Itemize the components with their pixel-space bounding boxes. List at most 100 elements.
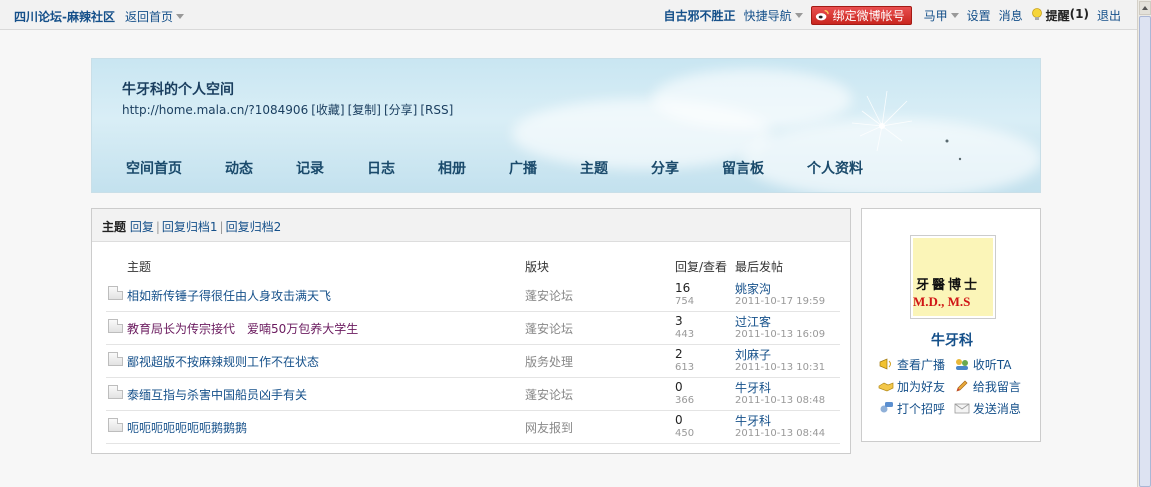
send-message-label: 发送消息 — [972, 401, 1021, 416]
tab-threads[interactable]: 主题 — [102, 220, 126, 234]
handshake-icon — [878, 382, 894, 392]
thread-file-icon — [108, 319, 123, 333]
send-message-link[interactable]: 发送消息 — [954, 397, 1021, 419]
scroll-up-arrow-icon[interactable] — [1139, 1, 1151, 15]
profile-card: 牙醫博士 M.D., M.S 牛牙科 查看广播 收听TA 加为好友 给我留言 打… — [861, 208, 1041, 442]
table-row: 呃呃呃呃呃呃呃鹅鹅鹅 网友报到 0 450 牛牙科 2011-10-13 08:… — [106, 411, 840, 444]
reply-count: 0 — [675, 380, 683, 394]
nav-profile[interactable]: 个人资料 — [807, 158, 863, 178]
tab-reply-archive-1[interactable]: 回复归档1 — [162, 220, 218, 234]
reply-count: 3 — [675, 314, 683, 328]
nav-album[interactable]: 相册 — [438, 158, 466, 178]
leave-message-label: 给我留言 — [972, 379, 1021, 394]
reply-count: 0 — [675, 413, 683, 427]
view-count: 613 — [675, 362, 695, 373]
last-poster-link[interactable]: 姚家沟 — [735, 280, 771, 297]
settings-link[interactable]: 设置 — [967, 7, 991, 24]
tab-separator: | — [155, 220, 160, 234]
greet-link[interactable]: 打个招呼 — [878, 397, 950, 419]
listen-ta-link[interactable]: 收听TA — [954, 353, 1012, 375]
user-name: 马甲 — [923, 8, 948, 23]
nav-space-home[interactable]: 空间首页 — [126, 158, 182, 178]
thread-subject-link[interactable]: 呃呃呃呃呃呃呃鹅鹅鹅 — [127, 419, 247, 436]
remind-link[interactable]: 提醒 (1) — [1046, 7, 1089, 24]
thread-subject-link[interactable]: 鄙视超版不按麻辣规则工作不在状态 — [127, 353, 319, 370]
thread-subject-link[interactable]: 相如新传锤子得很任由人身攻击满天飞 — [127, 287, 331, 304]
view-broadcast-link[interactable]: 查看广播 — [878, 353, 950, 375]
thread-panel: 主题 回复 | 回复归档1 | 回复归档2 主题 版块 回复/查看 最后发帖 相如新传锤… — [91, 208, 851, 454]
thread-subject-link[interactable]: 泰缅互指与杀害中国船员凶手有关 — [127, 386, 307, 403]
profile-actions: 查看广播 收听TA 加为好友 给我留言 打个招呼 发送消息 — [878, 353, 1038, 419]
avatar-text-cn: 牙醫博士 — [916, 278, 981, 293]
thread-file-icon — [108, 385, 123, 399]
avatar-text-en: M.D., M.S — [913, 294, 971, 309]
nav-blog[interactable]: 日志 — [367, 158, 395, 178]
nav-broadcast[interactable]: 广播 — [509, 158, 537, 178]
top-bar-left: 四川论坛-麻辣社区 返回首页 — [14, 8, 184, 25]
quick-nav-menu[interactable]: 快捷导航 — [744, 7, 803, 24]
tab-replies[interactable]: 回复 — [130, 220, 154, 234]
chevron-down-icon — [950, 12, 959, 18]
bind-weibo-label: 绑定微博帐号 — [832, 8, 905, 23]
last-poster-link[interactable]: 牛牙科 — [735, 379, 771, 396]
bind-weibo-button[interactable]: 绑定微博帐号 — [810, 5, 912, 25]
nav-threads[interactable]: 主题 — [580, 158, 608, 178]
favorite-link[interactable]: [收藏] — [311, 103, 344, 117]
forum-link[interactable]: 网友报到 — [525, 419, 573, 436]
thread-tabs: 主题 回复 | 回复归档1 | 回复归档2 — [92, 209, 850, 242]
thread-file-icon — [108, 352, 123, 366]
copy-link[interactable]: [复制] — [348, 103, 381, 117]
messages-link[interactable]: 消息 — [999, 7, 1023, 24]
add-friend-link[interactable]: 加为好友 — [878, 375, 950, 397]
view-count: 366 — [675, 395, 695, 406]
logout-link[interactable]: 退出 — [1097, 7, 1121, 24]
listen-ta-label: 收听TA — [972, 357, 1012, 372]
tab-separator: | — [219, 220, 224, 234]
site-name-link[interactable]: 四川论坛-麻辣社区 — [14, 8, 115, 25]
thread-file-icon — [108, 286, 123, 300]
thread-file-icon — [108, 418, 123, 432]
nav-share[interactable]: 分享 — [651, 158, 679, 178]
space-url[interactable]: http://home.mala.cn/?1084906 — [122, 103, 308, 117]
profile-name[interactable]: 牛牙科 — [862, 330, 1042, 350]
leave-message-link[interactable]: 给我留言 — [954, 375, 1021, 397]
space-title: 牛牙科的个人空间 — [122, 82, 234, 98]
nav-feed[interactable]: 动态 — [225, 158, 253, 178]
space-nav: 空间首页 动态 记录 日志 相册 广播 主题 分享 留言板 个人资料 — [126, 158, 906, 178]
last-poster-link[interactable]: 牛牙科 — [735, 412, 771, 429]
vertical-scrollbar[interactable] — [1137, 0, 1151, 487]
share-link[interactable]: [分享] — [384, 103, 417, 117]
header-subject: 主题 — [127, 260, 152, 274]
slogan-link[interactable]: 自古邪不胜正 — [664, 7, 736, 24]
forum-link[interactable]: 版务处理 — [525, 353, 573, 370]
avatar-image: 牙醫博士 M.D., M.S — [913, 238, 993, 316]
back-home-menu[interactable]: 返回首页 — [125, 8, 184, 25]
space-banner: 牛牙科的个人空间 http://home.mala.cn/?1084906 [收藏… — [91, 58, 1041, 193]
view-count: 443 — [675, 329, 695, 340]
quick-nav-label: 快捷导航 — [743, 8, 792, 23]
table-row: 鄙视超版不按麻辣规则工作不在状态 版务处理 2 613 刘麻子 2011-10-… — [106, 345, 840, 378]
user-menu[interactable]: 马甲 — [924, 7, 959, 24]
tab-reply-archive-2[interactable]: 回复归档2 — [226, 220, 282, 234]
last-poster-link[interactable]: 过江客 — [735, 313, 771, 330]
header-reply-view: 回复/查看 — [675, 260, 728, 274]
forum-link[interactable]: 蓬安论坛 — [525, 287, 573, 304]
table-header: 主题 版块 回复/查看 最后发帖 — [92, 258, 852, 274]
greet-label: 打个招呼 — [897, 401, 946, 416]
last-poster-link[interactable]: 刘麻子 — [735, 346, 771, 363]
forum-link[interactable]: 蓬安论坛 — [525, 386, 573, 403]
rss-link[interactable]: [RSS] — [420, 103, 453, 117]
scrollbar-thumb[interactable] — [1139, 16, 1151, 487]
forum-link[interactable]: 蓬安论坛 — [525, 320, 573, 337]
lightbulb-icon — [1031, 8, 1042, 20]
table-row: 泰缅互指与杀害中国船员凶手有关 蓬安论坛 0 366 牛牙科 2011-10-1… — [106, 378, 840, 411]
envelope-icon — [954, 403, 970, 414]
header-forum: 版块 — [525, 260, 550, 274]
avatar[interactable]: 牙醫博士 M.D., M.S — [910, 235, 996, 319]
chat-user-icon — [880, 402, 893, 413]
thread-subject-link[interactable]: 教育局长为传宗接代 爱喃50万包养大学生 — [127, 320, 358, 337]
nav-guestbook[interactable]: 留言板 — [722, 158, 764, 178]
nav-records[interactable]: 记录 — [296, 158, 324, 178]
weibo-icon — [815, 9, 829, 21]
chevron-down-icon — [176, 14, 184, 19]
